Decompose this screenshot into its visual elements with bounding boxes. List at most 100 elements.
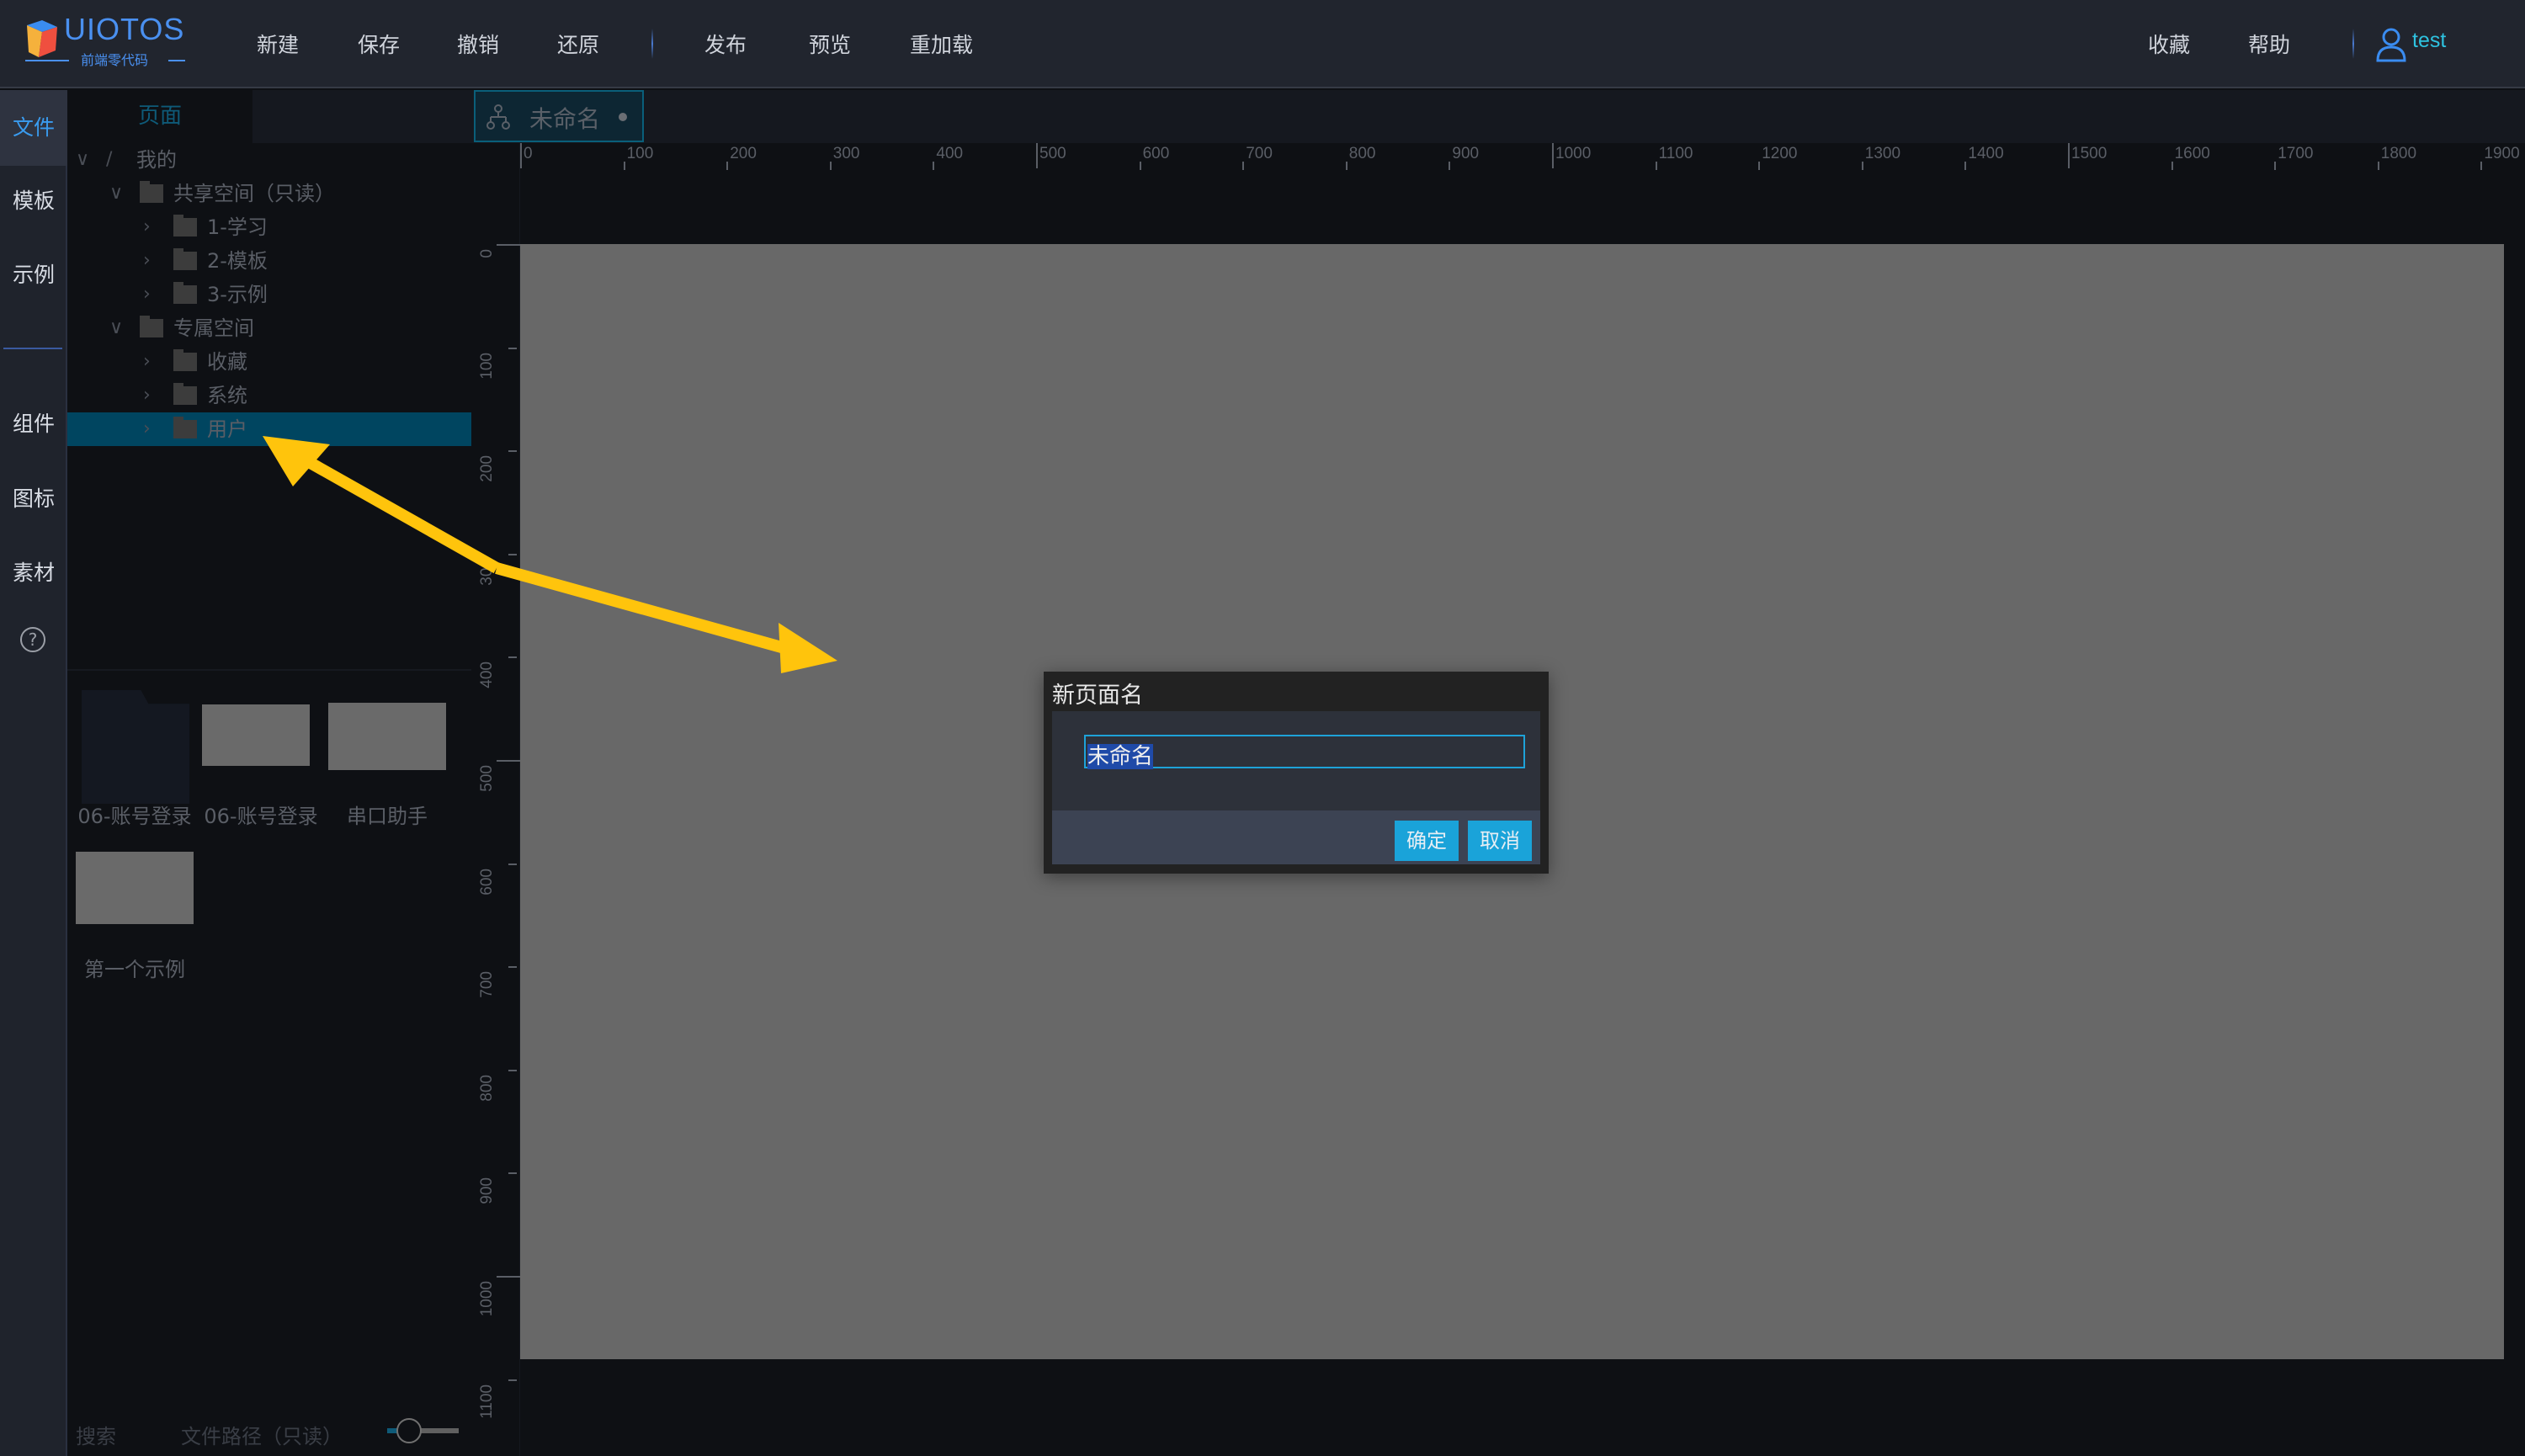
tree-item-label: 2-模板 bbox=[207, 244, 268, 278]
ruler-label: 1000 bbox=[1555, 145, 1591, 163]
ruler-tick bbox=[508, 864, 517, 865]
chevron-right-icon[interactable]: › bbox=[143, 379, 151, 412]
thumbnail-image[interactable] bbox=[76, 852, 194, 924]
folder-icon bbox=[173, 386, 197, 405]
chevron-down-icon[interactable]: ∨ bbox=[76, 143, 89, 177]
nav-example[interactable]: 示例 bbox=[0, 258, 67, 289]
ruler-label: 1000 bbox=[478, 1281, 497, 1316]
tree-item[interactable]: › 收藏 bbox=[67, 345, 471, 379]
root-icon: / bbox=[106, 143, 112, 177]
tree-item-label: 1-学习 bbox=[207, 210, 268, 244]
menu-reload[interactable]: 重加载 bbox=[910, 29, 973, 59]
ruler-tick bbox=[1758, 162, 1760, 170]
ruler-tick bbox=[624, 162, 625, 170]
ruler-tick bbox=[520, 143, 522, 168]
thumbnail-image[interactable] bbox=[328, 703, 446, 770]
logo-subtitle: 前端零代码 bbox=[81, 49, 148, 69]
ruler-tick bbox=[508, 1379, 517, 1381]
menu-undo[interactable]: 撤销 bbox=[457, 29, 499, 59]
logo-text: UIOTOS bbox=[64, 12, 184, 47]
ruler-label: 1300 bbox=[1865, 145, 1900, 163]
ruler-tick bbox=[508, 1172, 517, 1174]
folder-icon bbox=[173, 285, 197, 304]
tree-item[interactable]: › 用户 bbox=[67, 412, 471, 446]
nav-material[interactable]: 素材 bbox=[0, 556, 67, 587]
ruler-label: 200 bbox=[478, 455, 497, 482]
menu-save[interactable]: 保存 bbox=[358, 29, 400, 59]
menu-publish[interactable]: 发布 bbox=[704, 29, 747, 59]
hierarchy-icon bbox=[486, 104, 511, 130]
nav-divider bbox=[3, 348, 62, 349]
tab-untitled[interactable]: 未命名 bbox=[474, 90, 644, 142]
thumbnail-folder[interactable] bbox=[82, 690, 189, 804]
ruler-tick bbox=[508, 554, 517, 555]
thumbnail-label[interactable]: 06-账号登录 bbox=[67, 800, 202, 829]
user-name[interactable]: test bbox=[2412, 29, 2446, 53]
folder-icon bbox=[173, 420, 197, 438]
nav-file[interactable]: 文件 bbox=[0, 90, 67, 166]
ruler-tick bbox=[933, 162, 934, 170]
ruler-label: 1400 bbox=[1968, 145, 2003, 163]
chevron-right-icon[interactable]: › bbox=[143, 210, 151, 244]
search-input[interactable]: 搜索 bbox=[76, 1420, 116, 1449]
page-name-value: 未命名 bbox=[1087, 744, 1153, 769]
ruler-tick bbox=[1862, 162, 1863, 170]
ruler-label: 1800 bbox=[2381, 145, 2416, 163]
ruler-tick bbox=[497, 760, 520, 762]
cancel-button[interactable]: 取消 bbox=[1468, 821, 1532, 861]
ruler-label: 700 bbox=[478, 971, 497, 998]
tree-item[interactable]: ∨专属空间 bbox=[67, 311, 471, 345]
menu-favorites[interactable]: 收藏 bbox=[2148, 29, 2190, 59]
tab-title: 未命名 bbox=[529, 101, 600, 135]
unsaved-dot-icon bbox=[619, 113, 627, 121]
file-path-field[interactable]: 文件路径（只读） bbox=[181, 1420, 343, 1449]
ruler-tick bbox=[508, 656, 517, 658]
ruler-tick bbox=[508, 966, 517, 968]
zoom-slider[interactable] bbox=[387, 1428, 459, 1433]
tree-item[interactable]: › 2-模板 bbox=[67, 244, 471, 278]
ruler-label: 100 bbox=[478, 353, 497, 380]
tree-item[interactable]: ›系统 bbox=[67, 379, 471, 412]
ruler-tick bbox=[2172, 162, 2173, 170]
confirm-button[interactable]: 确定 bbox=[1395, 821, 1459, 861]
nav-component[interactable]: 组件 bbox=[0, 407, 67, 438]
ruler-label: 1700 bbox=[2278, 145, 2313, 163]
chevron-right-icon[interactable]: › bbox=[143, 345, 151, 379]
nav-icon[interactable]: 图标 bbox=[0, 482, 67, 513]
top-header: UIOTOS 前端零代码 新建 保存 撤销 还原 发布 预览 重加载 收藏 帮助… bbox=[0, 0, 2525, 88]
tree-item[interactable]: ›3-示例 bbox=[67, 278, 471, 311]
user-icon[interactable] bbox=[2376, 27, 2410, 64]
thumbnail-image[interactable] bbox=[202, 704, 310, 766]
help-icon[interactable]: ? bbox=[20, 627, 45, 652]
chevron-right-icon[interactable]: › bbox=[143, 244, 151, 278]
menu-preview[interactable]: 预览 bbox=[809, 29, 851, 59]
tree-item[interactable]: › 1-学习 bbox=[67, 210, 471, 244]
tree-item[interactable]: ∨/我的 bbox=[67, 143, 471, 177]
menu-redo[interactable]: 还原 bbox=[557, 29, 599, 59]
thumbnail-label[interactable]: 串口助手 bbox=[320, 800, 454, 829]
chevron-right-icon[interactable]: › bbox=[143, 278, 151, 311]
tree-item-label: 收藏 bbox=[207, 345, 247, 379]
menu-help[interactable]: 帮助 bbox=[2248, 29, 2290, 59]
menu-new[interactable]: 新建 bbox=[257, 29, 299, 59]
ruler-label: 500 bbox=[1039, 145, 1066, 163]
ruler-tick bbox=[2068, 143, 2070, 168]
tree-item-label: 用户 bbox=[207, 412, 247, 446]
new-page-dialog: 新页面名 未命名 确定 取消 bbox=[1044, 672, 1549, 874]
chevron-down-icon[interactable]: ∨ bbox=[109, 177, 123, 210]
thumbnail-label[interactable]: 06-账号登录 bbox=[194, 800, 328, 829]
ruler-label: 1200 bbox=[1762, 145, 1797, 163]
thumbnail-label[interactable]: 第一个示例 bbox=[67, 953, 202, 982]
tree-item[interactable]: ∨ 共享空间（只读） bbox=[67, 177, 471, 210]
page-name-input[interactable]: 未命名 bbox=[1084, 735, 1525, 768]
chevron-down-icon[interactable]: ∨ bbox=[109, 311, 123, 345]
ruler-tick bbox=[497, 1276, 520, 1278]
nav-template[interactable]: 模板 bbox=[0, 184, 67, 215]
ruler-tick bbox=[1346, 162, 1348, 170]
ruler-label: 1500 bbox=[2071, 145, 2107, 163]
chevron-right-icon[interactable]: › bbox=[143, 412, 151, 446]
ruler-tick bbox=[1552, 143, 1554, 168]
tab-pages[interactable]: 页面 bbox=[67, 90, 252, 143]
tree-item-label: 共享空间（只读） bbox=[173, 177, 335, 210]
logo-line bbox=[168, 60, 185, 61]
